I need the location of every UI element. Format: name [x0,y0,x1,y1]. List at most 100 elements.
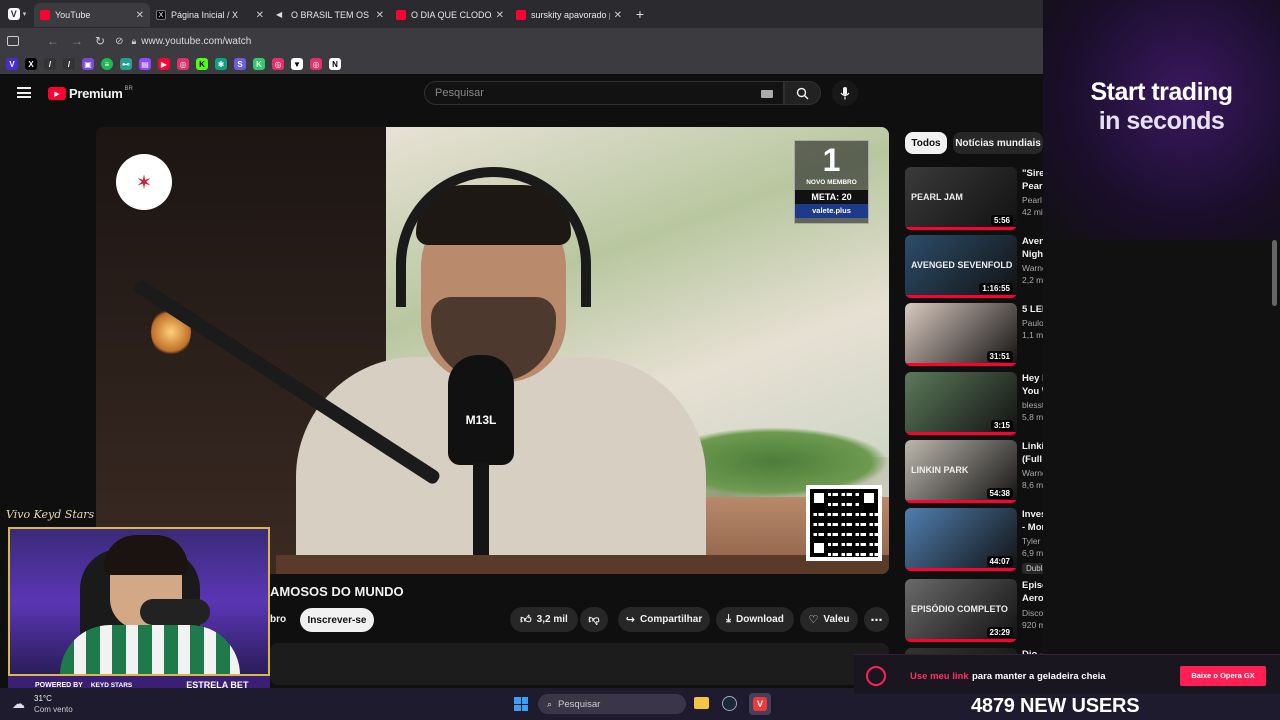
member-button-label[interactable]: bro [270,614,286,625]
bookmark-link-icon[interactable]: ⊷ [120,58,132,70]
webcam-mic [140,599,210,625]
browser-menu-icon[interactable]: V ▾ [0,0,34,28]
thumbs-up-icon: 👍︎ [520,614,532,626]
weather-temp[interactable]: 31°C [34,694,52,703]
new-tab-button[interactable]: + [628,6,652,22]
chip-all[interactable]: Todos [905,132,947,154]
download-button[interactable]: ⤓ Download [716,607,794,632]
video-thumbnail[interactable]: AVENGED SEVENFOLD 1:16:55 [905,235,1017,298]
tab-surskity[interactable]: surskity apavorado po ✕ [510,3,628,27]
streamer-hair [104,535,188,575]
qr-code [806,485,882,561]
subscribe-button[interactable]: Inscrever-se [300,608,374,632]
youtube-header: ▶ Premium BR Pesquisar [0,74,1043,114]
reload-icon[interactable]: ↻ [95,34,105,48]
dislike-button[interactable]: 👎︎ [580,607,608,632]
bookmark-ai2-icon[interactable]: / [63,58,75,70]
video-thumbnail[interactable]: PEARL JAM 5:56 [905,167,1017,230]
close-tab-icon[interactable]: ✕ [614,10,622,21]
download-icon: ⤓ [726,613,732,625]
bookmark-ai-icon[interactable]: / [44,58,56,70]
close-tab-icon[interactable]: ✕ [376,10,384,21]
bookmark-x-icon[interactable]: X [25,58,37,70]
bookmark-s-icon[interactable]: S [234,58,246,70]
video-thumbnail[interactable]: 44:07 [905,508,1017,571]
search-button[interactable] [784,81,821,105]
like-button[interactable]: 👍︎ 3,2 mil [510,607,578,632]
duration-badge: 44:07 [986,556,1013,567]
bookmark-kick-icon[interactable]: K [196,58,208,70]
thanks-button[interactable]: ♡ Valeu [800,607,858,632]
voice-search-button[interactable] [832,80,858,106]
video-meta: 42 mi [1022,207,1043,217]
youtube-logo[interactable]: ▶ Premium BR [48,86,133,101]
promo-headline-2: in seconds [1098,107,1225,135]
watch-progress-bar [905,639,1017,642]
back-icon[interactable]: ← [47,34,59,48]
promo-scrollbar[interactable] [1272,240,1277,306]
description-box[interactable] [270,643,889,685]
recommended-video[interactable]: PEARL JAM 5:56 "Sire Pearl Pearl 42 mi [905,167,1045,231]
browser-tab-bar: V ▾ YouTube ✕ X Página Inicial / X ✕ ◀ O… [0,0,1043,28]
bookmark-v-icon[interactable]: ▼ [291,58,303,70]
streamer-signature: Vivo Keyd Stars [6,508,95,521]
shield-icon[interactable]: ⊘ [115,36,123,47]
bookmark-chatgpt-icon[interactable]: ✱ [215,58,227,70]
file-explorer-icon[interactable] [694,697,709,709]
bookmark-instagram3-icon[interactable]: ◎ [310,58,322,70]
vivaldi-taskbar-icon[interactable]: V [749,693,771,715]
bookmark-twitch-icon[interactable]: ▤ [139,58,151,70]
bookmark-spotify-icon[interactable]: ≡ [101,58,113,70]
opera-download-button[interactable]: Baixe o Opera GX [1180,666,1266,686]
tab-clodoaldo[interactable]: O DIA QUE CLODOALDO ✕ [390,3,510,27]
sidebar-toggle-icon[interactable] [7,36,19,46]
youtube-play-icon: ▶ [48,87,66,100]
bookmark-vivaldi-icon[interactable]: V [6,58,18,70]
bookmark-k2-icon[interactable]: K [253,58,265,70]
bookmark-notion-icon[interactable]: N [329,58,341,70]
keyboard-icon[interactable] [761,90,773,98]
opera-gx-logo-icon [866,666,886,686]
forward-icon[interactable]: → [71,34,83,48]
webcam-frame [8,527,270,676]
start-button[interactable] [514,697,528,711]
close-tab-icon[interactable]: ✕ [256,10,264,21]
bookmark-youtube-icon[interactable]: ▶ [158,58,170,70]
chip-world-news[interactable]: Notícias mundiais [953,132,1043,154]
bookmark-instagram-icon[interactable]: ◎ [177,58,189,70]
tab-x[interactable]: X Página Inicial / X ✕ [150,3,270,27]
tab-brasil[interactable]: ◀ O BRASIL TEM OS PIOR ✕ [270,3,390,27]
close-tab-icon[interactable]: ✕ [496,10,504,21]
share-button[interactable]: ↪ Compartilhar [618,607,710,632]
opera-banner[interactable]: Use meu link para manter a geladeira che… [854,654,1280,694]
video-thumbnail[interactable]: LINKIN PARK 54:38 [905,440,1017,503]
close-tab-icon[interactable]: ✕ [136,10,144,21]
taskbar-search[interactable]: ⌕ Pesquisar [538,694,686,714]
video-title[interactable]: "Sire Pearl [1022,167,1044,193]
thumbnail-text: PEARL JAM [911,192,963,203]
weather-desc: Com vento [34,705,73,714]
search-box[interactable]: Pesquisar [424,81,784,105]
thumbnail-text: EPISÓDIO COMPLETO [911,604,1008,615]
address-bar-row: ← → ↻ ⊘ 🔒︎ www.youtube.com/watch [0,28,1043,54]
duration-badge: 1:16:55 [979,283,1013,294]
video-title: AMOSOS DO MUNDO [270,584,404,599]
youtube-favicon-icon [40,10,50,20]
url-text[interactable]: www.youtube.com/watch [141,36,251,47]
video-player[interactable]: M13L ✶ 1 NOVO MEMBRO META: 20 valete.plu… [96,127,889,574]
x-favicon-icon: X [156,10,166,20]
thumbnail-text: AVENGED SEVENFOLD [911,260,1013,271]
youtube-favicon-icon [516,10,526,20]
bookmark-image-icon[interactable]: ▣ [82,58,94,70]
steam-icon[interactable] [722,696,737,711]
video-thumbnail[interactable]: 31:51 [905,303,1017,366]
search-icon [796,87,809,99]
trading-ad-panel[interactable]: Start trading in seconds [1043,0,1280,720]
video-thumbnail[interactable]: EPISÓDIO COMPLETO 23:29 [905,579,1017,642]
hamburger-menu-icon[interactable] [17,87,31,98]
video-thumbnail[interactable]: 3:15 [905,372,1017,435]
tab-youtube[interactable]: YouTube ✕ [34,3,150,27]
bookmark-instagram2-icon[interactable]: ◎ [272,58,284,70]
channel-name[interactable]: Pearl [1022,195,1044,205]
more-actions-button[interactable]: ⋯ [864,607,889,632]
